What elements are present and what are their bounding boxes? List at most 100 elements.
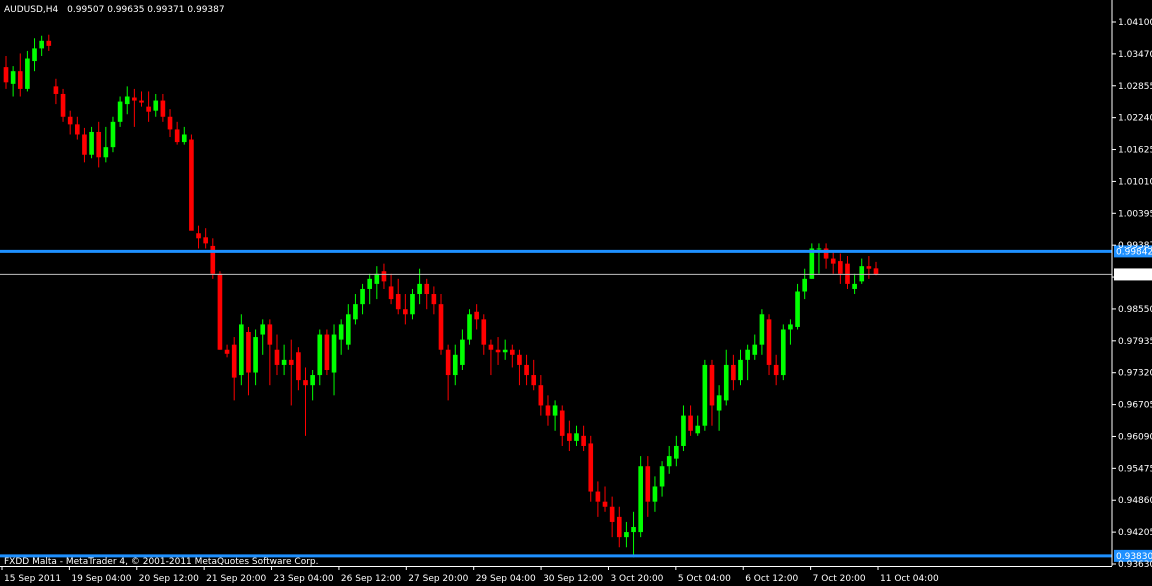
ohlc-values: 0.99507 0.99635 0.99371 0.99387 [67,5,224,15]
symbol-header: AUDUSD,H4 0.99507 0.99635 0.99371 0.9938… [4,5,225,15]
candle-bear [146,106,151,112]
candle-bull [367,278,373,289]
candle-bull [788,324,793,330]
candle-bear [74,124,80,135]
candle-bull [759,314,765,345]
candle-bull [360,288,365,305]
candle-bull [666,456,672,467]
candle-bull [859,266,865,282]
candle-bull [695,425,701,434]
candle-bear [17,71,23,89]
candle-bear [174,129,180,143]
candle-bull [153,100,159,111]
candle-bear [545,405,551,416]
candle-bear [731,364,736,381]
candle-bull [502,349,508,353]
candle-bull [10,71,16,84]
candle-bull [25,58,30,89]
time-tick-label: 21 Sep 20:00 [206,574,266,584]
candle-bear [67,116,73,125]
candle-bull [353,304,358,320]
candle-bear [567,433,572,441]
candle-bear [324,334,330,370]
candle-bear [381,271,387,282]
price-tick-label: 0.96705 [1118,401,1152,411]
candle-bear [167,116,173,130]
time-tick-label: 11 Oct 04:00 [880,574,939,584]
candle-bull [253,337,258,373]
candle-bull [89,131,94,155]
candle-bull [374,273,380,284]
candle-bear [581,435,586,446]
price-tick-label: 0.94860 [1118,496,1152,506]
symbol-label: AUDUSD,H4 [4,5,59,15]
candle-bear [288,359,294,365]
candle-bear [196,233,201,239]
candle-bull [345,314,351,345]
candle-bear [773,364,779,376]
candle-bear [766,319,772,365]
candle-bear [495,349,501,353]
candle-bull [410,294,415,315]
candle-bull [674,445,679,459]
candle-bear [267,324,273,345]
candle-bear [139,100,144,103]
price-tick-label: 1.01010 [1118,177,1152,187]
copyright-text: FXDD Malta - MetaTrader 4, © 2001-2011 M… [4,557,319,567]
time-tick-label: 27 Sep 20:00 [408,574,468,584]
candle-bull [460,339,465,365]
price-tick-label: 1.04100 [1118,18,1152,28]
time-tick-label: 19 Sep 04:00 [71,574,131,584]
candle-bear [616,516,622,538]
candle-bear [838,261,843,274]
candle-bear [60,93,66,117]
candle-bear [217,273,223,350]
candle-bear [203,237,208,244]
candle-bull [331,334,337,373]
candle-bear [866,266,872,269]
candle-bull [181,134,187,143]
candle-bear [602,501,608,507]
candle-bull [32,48,37,62]
price-tick-label: 1.01625 [1118,146,1152,156]
candle-bull [816,248,822,250]
candle-bull [39,40,44,49]
candle-bear [845,263,850,284]
candle-bull [723,364,729,401]
candle-bear [559,410,565,436]
candle-bull [716,395,722,411]
candle-bear [132,97,137,101]
time-tick-label: 26 Sep 12:00 [341,574,401,584]
candle-bull [310,375,315,386]
time-tick-label: 20 Sep 12:00 [139,574,199,584]
price-tick-label: 1.02240 [1118,114,1152,124]
candle-bull [752,344,758,355]
candle-bull [702,364,708,426]
candle-bear [538,385,544,406]
time-tick-label: 29 Sep 04:00 [476,574,536,584]
candle-bear [388,286,394,300]
candle-bear [609,506,615,522]
candle-bear [3,67,9,83]
price-chart: 0.998420.938300.99387 1.041001.034701.02… [0,0,1152,586]
candle-bear [431,294,437,305]
candle-bull [802,278,808,292]
candle-bull [631,527,636,533]
time-tick-label: 5 Oct 04:00 [678,574,731,584]
candle-bear [274,349,280,365]
price-tick-label: 0.97320 [1118,369,1152,379]
candle-bear [474,311,479,320]
candle-bull [795,291,800,327]
candle-bull [338,324,344,340]
time-tick-label: 15 Sep 2011 [4,574,61,584]
candle-bull [117,101,123,122]
candle-bull [624,532,629,538]
candle-bull [852,283,857,289]
candle-bear [224,349,230,354]
candle-bear [160,100,166,117]
chart-background [0,0,1152,586]
candle-bull [659,466,665,487]
candle-bear [531,375,537,386]
candle-bull [738,359,743,381]
candle-bull [281,359,287,365]
